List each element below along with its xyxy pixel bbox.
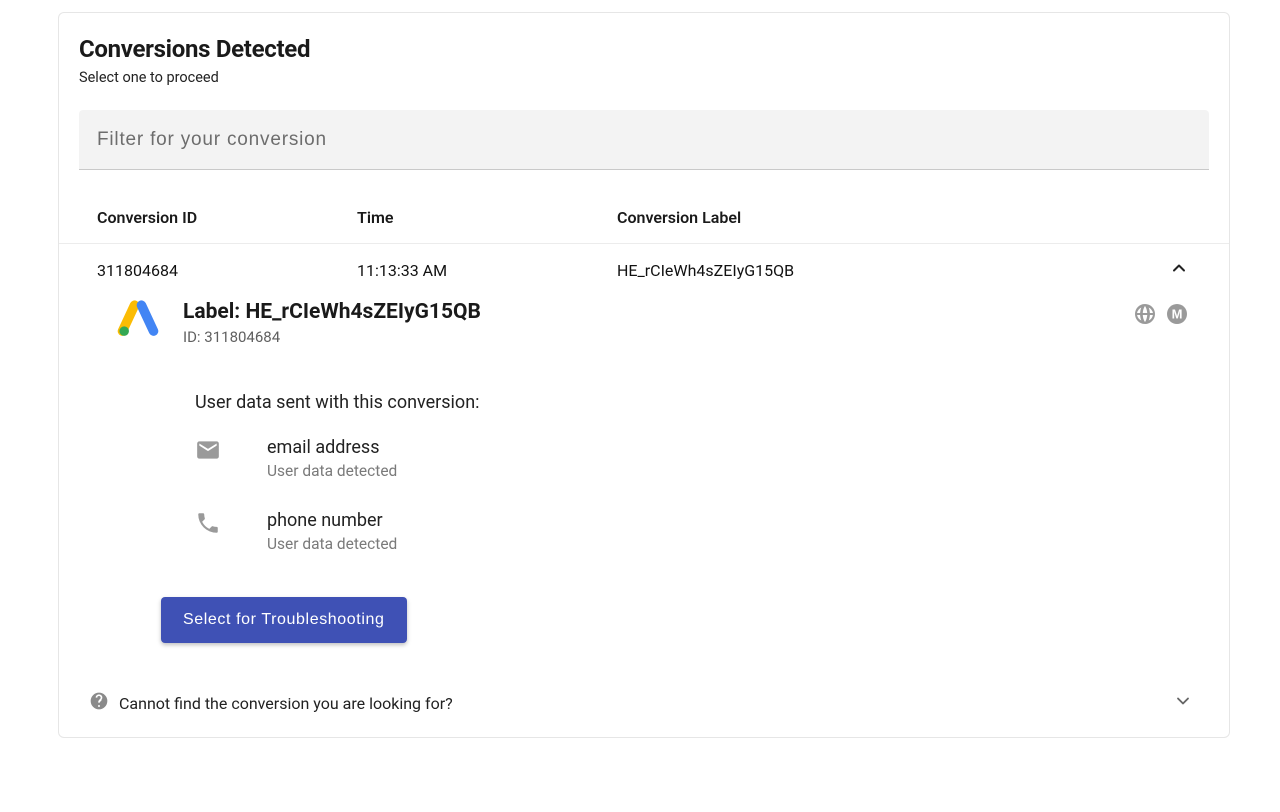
userdata-text: phone number User data detected	[267, 510, 397, 553]
load-mode-icon: M	[1165, 302, 1189, 330]
phone-icon	[195, 510, 223, 536]
page-subtitle: Select one to proceed	[79, 69, 1209, 86]
cell-time: 11:13:33 AM	[357, 261, 617, 280]
cell-label: HE_rCIeWh4sZEIyG15QB	[617, 261, 1169, 280]
row-detail: Label: HE_rCIeWh4sZEIyG15QB ID: 31180468…	[59, 296, 1229, 677]
userdata-item-phone: phone number User data detected	[195, 510, 1189, 553]
table-header: Conversion ID Time Conversion Label	[59, 170, 1229, 244]
col-header-label: Conversion Label	[617, 208, 1209, 227]
detail-indicators: M	[1133, 302, 1189, 330]
select-for-troubleshooting-button[interactable]: Select for Troubleshooting	[161, 597, 407, 643]
globe-icon	[1133, 302, 1157, 330]
userdata-name: phone number	[267, 510, 397, 531]
chevron-down-icon[interactable]	[1173, 691, 1193, 715]
detail-header: Label: HE_rCIeWh4sZEIyG15QB ID: 31180468…	[115, 300, 1189, 346]
col-header-time: Time	[357, 208, 617, 227]
google-ads-icon	[115, 300, 161, 338]
footer[interactable]: Cannot find the conversion you are looki…	[59, 677, 1229, 733]
cell-id: 311804684	[97, 261, 357, 280]
filter-wrap	[79, 110, 1209, 170]
footer-left: Cannot find the conversion you are looki…	[89, 691, 453, 715]
detail-label-title: Label: HE_rCIeWh4sZEIyG15QB	[183, 300, 481, 324]
svg-text:M: M	[1172, 307, 1183, 322]
userdata-sub: User data detected	[267, 535, 397, 553]
card-header: Conversions Detected Select one to proce…	[59, 13, 1229, 96]
userdata-title: User data sent with this conversion:	[195, 392, 1189, 413]
userdata-sub: User data detected	[267, 462, 397, 480]
footer-text: Cannot find the conversion you are looki…	[119, 694, 453, 713]
userdata-item-email: email address User data detected	[195, 437, 1189, 480]
userdata-text: email address User data detected	[267, 437, 397, 480]
detail-title-block: Label: HE_rCIeWh4sZEIyG15QB ID: 31180468…	[183, 300, 481, 346]
detail-id-line: ID: 311804684	[183, 328, 481, 346]
userdata-name: email address	[267, 437, 397, 458]
page-title: Conversions Detected	[79, 35, 1209, 63]
detail-header-left: Label: HE_rCIeWh4sZEIyG15QB ID: 31180468…	[115, 300, 481, 346]
conversions-card: Conversions Detected Select one to proce…	[58, 12, 1230, 738]
email-icon	[195, 437, 223, 463]
col-header-id: Conversion ID	[97, 208, 357, 227]
table-row[interactable]: 311804684 11:13:33 AM HE_rCIeWh4sZEIyG15…	[59, 244, 1229, 296]
help-icon	[89, 691, 109, 715]
chevron-up-icon[interactable]	[1169, 258, 1189, 282]
filter-input[interactable]	[79, 110, 1209, 170]
